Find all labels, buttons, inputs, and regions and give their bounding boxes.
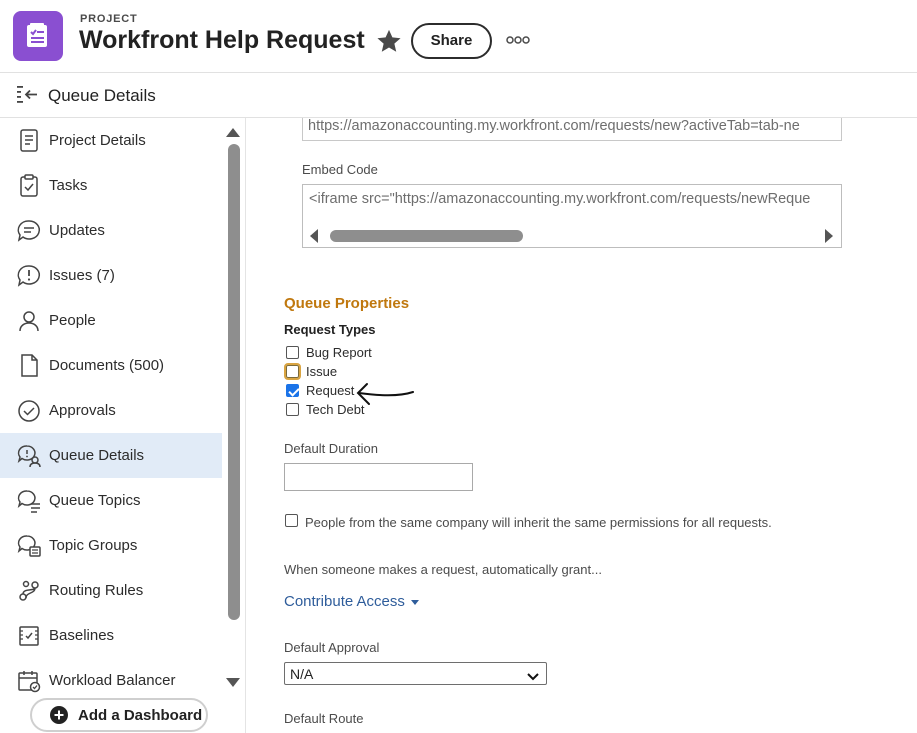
calendar-check-icon <box>16 668 42 694</box>
sidebar-item-label: Baselines <box>49 627 115 644</box>
issue-checkbox[interactable] <box>284 363 301 380</box>
routing-icon <box>16 578 42 604</box>
sidebar-item-baselines[interactable]: Baselines <box>0 613 222 658</box>
request-url-field[interactable]: https://amazonaccounting.my.workfront.co… <box>302 118 842 141</box>
annotation-arrow-icon <box>356 383 414 405</box>
sidebar-item-tasks[interactable]: Tasks <box>0 163 222 208</box>
request-types-label: Request Types <box>284 322 376 337</box>
sidebar-scroll-down-icon[interactable] <box>226 675 240 687</box>
embed-code-field[interactable]: <iframe src="https://amazonaccounting.my… <box>302 184 842 248</box>
sidebar-item-updates[interactable]: Updates <box>0 208 222 253</box>
add-dashboard-button[interactable]: Add a Dashboard <box>30 698 208 732</box>
queue-properties-title: Queue Properties <box>284 295 410 312</box>
horizontal-scrollbar[interactable] <box>330 230 523 242</box>
chevron-down-icon <box>527 669 539 681</box>
default-approval-label: Default Approval <box>284 640 380 655</box>
project-app-icon <box>13 11 63 61</box>
sidebar-item-topic-groups[interactable]: Topic Groups <box>0 523 222 568</box>
sidebar-item-workload-balancer[interactable]: Workload Balancer <box>0 658 222 703</box>
default-approval-value: N/A <box>290 666 314 682</box>
auto-grant-text: When someone makes a request, automatica… <box>284 562 602 577</box>
file-icon <box>16 353 42 379</box>
sidebar-item-label: Issues (7) <box>49 267 115 284</box>
sidebar-item-routing-rules[interactable]: Routing Rules <box>0 568 222 613</box>
sidebar-scrollbar[interactable] <box>228 144 240 620</box>
page-subheader: Queue Details <box>0 73 917 118</box>
sidebar-item-label: Routing Rules <box>49 582 144 599</box>
baselines-icon <box>16 623 42 649</box>
share-button[interactable]: Share <box>411 23 492 59</box>
sidebar-item-label: Documents (500) <box>49 357 165 374</box>
tech-debt-checkbox[interactable] <box>286 403 299 416</box>
inherit-permissions-checkbox[interactable] <box>285 514 298 527</box>
sidebar-item-documents[interactable]: Documents (500) <box>0 343 222 388</box>
scroll-left-icon[interactable] <box>309 229 319 243</box>
bug-report-checkbox[interactable] <box>286 346 299 359</box>
sidebar-item-queue-details[interactable]: Queue Details <box>0 433 222 478</box>
access-level-dropdown[interactable]: Contribute Access <box>284 593 419 610</box>
sidebar-item-label: Queue Topics <box>49 492 141 509</box>
sidebar-item-people[interactable]: People <box>0 298 222 343</box>
project-sidebar: Project Details Tasks Updates Issues (7)… <box>0 118 246 733</box>
person-icon <box>16 308 42 334</box>
page-title: Queue Details <box>48 86 156 105</box>
request-checkbox[interactable] <box>286 384 299 397</box>
sidebar-item-label: Workload Balancer <box>49 672 176 689</box>
clipboard-check-icon <box>16 173 42 199</box>
caret-down-icon <box>410 599 419 605</box>
sidebar-item-issues[interactable]: Issues (7) <box>0 253 222 298</box>
checkbox-label: Issue <box>306 364 338 379</box>
topic-groups-icon <box>16 533 42 559</box>
access-level-label: Contribute Access <box>284 593 405 610</box>
embed-code-label: Embed Code <box>302 162 378 177</box>
sidebar-item-label: Approvals <box>49 402 116 419</box>
scroll-right-icon[interactable] <box>824 229 834 243</box>
sidebar-item-approvals[interactable]: Approvals <box>0 388 222 433</box>
sidebar-item-project-details[interactable]: Project Details <box>0 118 222 163</box>
star-icon[interactable] <box>375 27 403 55</box>
sidebar-item-label: Queue Details <box>49 447 145 464</box>
checkbox-label: Request <box>306 383 355 398</box>
project-label: PROJECT <box>80 13 138 25</box>
add-dashboard-label: Add a Dashboard <box>78 707 203 724</box>
sidebar-item-label: Topic Groups <box>49 537 138 554</box>
default-duration-input[interactable] <box>284 463 473 491</box>
sidebar-scroll-up-icon[interactable] <box>226 124 240 137</box>
approval-check-icon <box>16 398 42 424</box>
plus-circle-icon <box>50 706 68 724</box>
chat-bubble-icon <box>16 218 42 244</box>
project-header: PROJECT Workfront Help Request Share <box>0 0 917 73</box>
checkbox-label: People from the same company will inheri… <box>305 515 772 530</box>
sidebar-item-queue-topics[interactable]: Queue Topics <box>0 478 222 523</box>
queue-details-icon <box>16 443 42 469</box>
issue-bubble-icon <box>16 263 42 289</box>
default-duration-label: Default Duration <box>284 441 378 456</box>
sidebar-item-label: Project Details <box>49 132 146 149</box>
checkbox-label: Bug Report <box>306 345 372 360</box>
more-options-icon[interactable] <box>505 30 533 50</box>
sidebar-item-label: People <box>49 312 96 329</box>
embed-code-value: <iframe src="https://amazonaccounting.my… <box>309 191 811 207</box>
default-approval-select[interactable]: N/A <box>284 662 547 685</box>
default-route-label: Default Route <box>284 711 364 726</box>
collapse-sidebar-icon[interactable] <box>15 83 41 107</box>
sidebar-item-label: Tasks <box>49 177 88 194</box>
queue-details-panel: https://amazonaccounting.my.workfront.co… <box>247 118 917 733</box>
sidebar-item-label: Updates <box>49 222 105 239</box>
document-icon <box>16 128 42 154</box>
queue-topics-icon <box>16 488 42 514</box>
project-title: Workfront Help Request <box>79 26 365 54</box>
